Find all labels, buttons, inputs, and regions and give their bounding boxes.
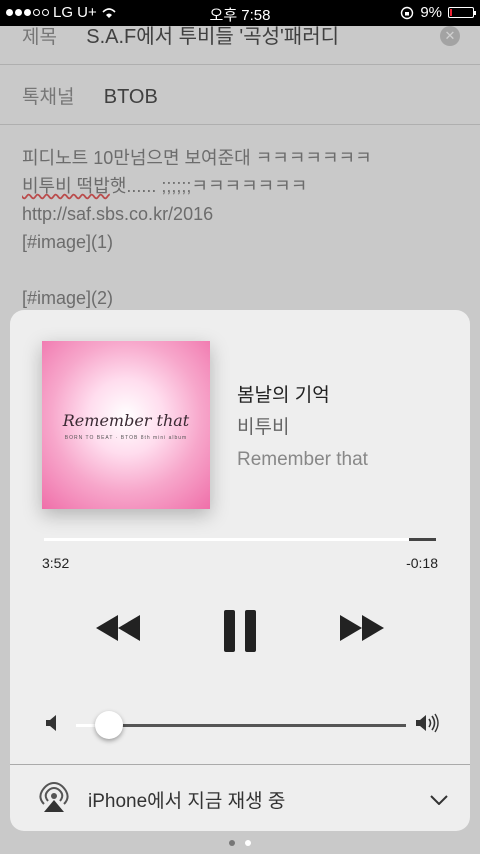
pause-button[interactable] (222, 610, 258, 652)
track-info: 봄날의 기억 비투비 Remember that (237, 380, 368, 476)
page-dot (229, 840, 235, 846)
rewind-icon (96, 615, 140, 641)
chevron-down-icon[interactable] (430, 792, 448, 810)
rewind-button[interactable] (96, 615, 140, 641)
airplay-label[interactable]: iPhone에서 지금 재생 중 (88, 786, 285, 813)
volume-high-icon (416, 713, 440, 738)
volume-low-icon (46, 715, 60, 736)
album-art-title: Remember that (62, 411, 190, 430)
pause-icon (224, 610, 256, 652)
battery-icon (448, 7, 476, 18)
album-art-subtitle: BORN TO BEAT · BTOB 8th mini album (64, 435, 188, 441)
fast-forward-button[interactable] (340, 615, 384, 641)
page-indicator (0, 840, 480, 846)
volume-slider[interactable] (76, 711, 406, 739)
page-dot-active (245, 840, 251, 846)
battery-percent: 9% (420, 4, 442, 21)
artist-name: 비투비 (237, 417, 290, 438)
status-right: 9% (400, 4, 476, 21)
airplay-icon[interactable] (38, 781, 70, 817)
fast-forward-icon (340, 615, 384, 641)
elapsed-time: 3:52 (42, 555, 70, 571)
progress-bar[interactable] (44, 538, 436, 541)
progress-fill (44, 538, 409, 541)
album-name: Remember that (237, 449, 368, 470)
divider (10, 764, 470, 765)
now-playing-card: Remember that BORN TO BEAT · BTOB 8th mi… (10, 310, 470, 831)
remaining-time: -0:18 (406, 555, 438, 571)
rotation-lock-icon (401, 6, 414, 19)
album-art: Remember that BORN TO BEAT · BTOB 8th mi… (42, 341, 210, 509)
volume-knob[interactable] (95, 711, 123, 739)
song-title: 봄날의 기억 (237, 385, 330, 406)
status-bar: LG U+ 오후 7:58 9% (0, 0, 480, 26)
